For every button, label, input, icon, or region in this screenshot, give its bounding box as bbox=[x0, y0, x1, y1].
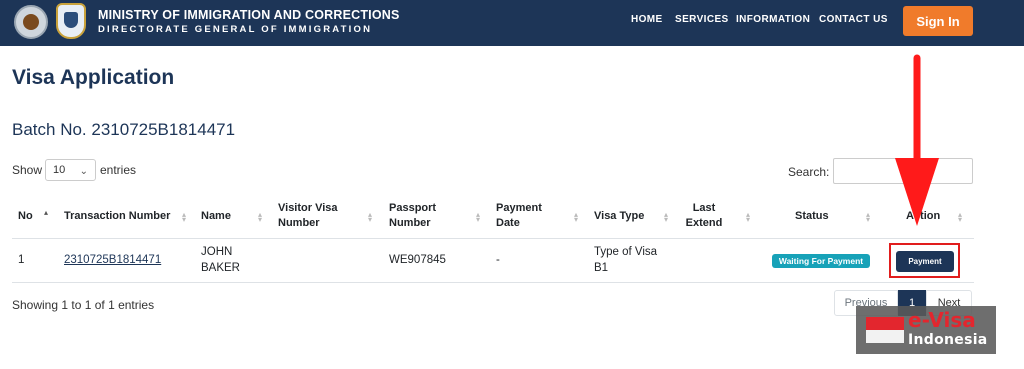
col-visitor-visa-number[interactable]: Visitor Visa Number bbox=[278, 201, 338, 231]
cell-no: 1 bbox=[18, 254, 25, 266]
cell-visa-type-line2: B1 bbox=[594, 262, 609, 274]
entries-label: entries bbox=[100, 163, 137, 177]
nav-home[interactable]: HOME bbox=[631, 14, 663, 25]
col-passport-line2: Number bbox=[389, 217, 431, 229]
sort-icon: ▴ ▾ bbox=[574, 210, 579, 224]
col-visitor-visa-line2: Number bbox=[278, 217, 320, 229]
cell-visa-type: Type of Visa B1 bbox=[594, 244, 657, 276]
sort-icon: ▴ ▾ bbox=[182, 210, 187, 224]
status-badge: Waiting For Payment bbox=[772, 254, 870, 268]
sort-icon: ▴ ▾ bbox=[258, 210, 263, 224]
col-transaction-number[interactable]: Transaction Number bbox=[64, 209, 170, 224]
watermark-line2: Indonesia bbox=[908, 332, 988, 348]
sign-in-button[interactable]: Sign In bbox=[903, 6, 973, 36]
col-last-extend-line1: Last bbox=[692, 202, 716, 214]
indonesia-flag-white bbox=[866, 330, 904, 343]
table-info: Showing 1 to 1 of 1 entries bbox=[12, 298, 155, 312]
nav-information[interactable]: INFORMATION bbox=[736, 14, 810, 25]
chevron-down-icon: ⌄ bbox=[79, 166, 88, 177]
col-name[interactable]: Name bbox=[201, 209, 231, 224]
sort-icon: ▴ ▾ bbox=[746, 210, 751, 224]
nav-services[interactable]: SERVICES bbox=[675, 14, 729, 25]
col-payment-date-line1: Payment bbox=[496, 202, 542, 214]
payment-button[interactable]: Payment bbox=[896, 251, 954, 272]
sort-asc-icon: ▴ bbox=[44, 208, 49, 217]
immigration-crest-icon bbox=[56, 3, 86, 39]
cell-name: JOHN BAKER bbox=[201, 244, 240, 276]
search-input[interactable] bbox=[833, 158, 973, 184]
show-label: Show bbox=[12, 163, 43, 177]
col-no[interactable]: No bbox=[18, 209, 33, 224]
transaction-number-link[interactable]: 2310725B1814471 bbox=[64, 252, 161, 268]
page-size-select[interactable]: 10 ⌄ bbox=[45, 159, 96, 181]
brand-subtitle: DIRECTORATE GENERAL OF IMMIGRATION bbox=[98, 24, 373, 35]
search-label: Search: bbox=[788, 165, 830, 179]
cell-name-line1: JOHN bbox=[201, 246, 233, 258]
page-title: Visa Application bbox=[12, 66, 175, 89]
col-action[interactable]: Action bbox=[906, 209, 940, 224]
batch-number: Batch No. 2310725B1814471 bbox=[12, 120, 236, 139]
cell-name-line2: BAKER bbox=[201, 262, 240, 274]
cell-payment-date: - bbox=[496, 254, 500, 266]
indonesia-flag-icon bbox=[866, 317, 904, 330]
watermark-line1: e-Visa bbox=[908, 308, 976, 332]
col-passport-line1: Passport bbox=[389, 202, 437, 214]
brand-title: MINISTRY OF IMMIGRATION AND CORRECTIONS bbox=[98, 8, 400, 22]
sort-icon: ▴ ▾ bbox=[958, 210, 963, 224]
col-last-extend[interactable]: Last Extend bbox=[685, 201, 723, 231]
col-visitor-visa-line1: Visitor Visa bbox=[278, 202, 338, 214]
top-navbar: MINISTRY OF IMMIGRATION AND CORRECTIONS … bbox=[0, 0, 1024, 46]
sort-icon: ▴ ▾ bbox=[476, 210, 481, 224]
col-visa-type[interactable]: Visa Type bbox=[594, 209, 644, 224]
col-passport-number[interactable]: Passport Number bbox=[389, 201, 436, 231]
header-divider bbox=[12, 238, 974, 239]
col-payment-date[interactable]: Payment Date bbox=[496, 201, 542, 231]
garuda-emblem-icon bbox=[14, 5, 48, 39]
page-size-value: 10 bbox=[53, 164, 66, 176]
nav-contact-us[interactable]: CONTACT US bbox=[819, 14, 888, 25]
sort-icon: ▴ ▾ bbox=[664, 210, 669, 224]
e-visa-watermark: e-Visa Indonesia bbox=[856, 306, 996, 354]
col-last-extend-line2: Extend bbox=[685, 217, 723, 229]
cell-visa-type-line1: Type of Visa bbox=[594, 246, 658, 258]
sort-icon: ▴ ▾ bbox=[866, 210, 871, 224]
sort-icon: ▴ ▾ bbox=[368, 210, 373, 224]
cell-passport: WE907845 bbox=[389, 254, 446, 266]
col-payment-date-line2: Date bbox=[496, 217, 520, 229]
row-divider bbox=[12, 282, 974, 283]
col-status[interactable]: Status bbox=[795, 209, 829, 224]
